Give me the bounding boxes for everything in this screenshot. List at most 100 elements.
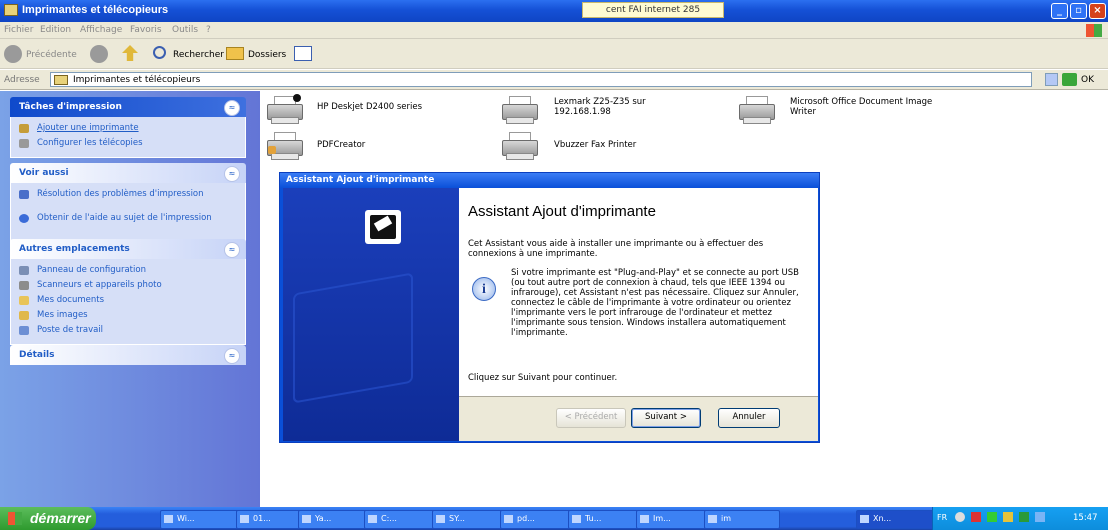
tray-app-icon[interactable]: [971, 512, 981, 522]
print-tasks-title: Tâches d'impression: [19, 102, 122, 112]
see-also-panel: Voir aussi ≈ Résolution des problèmes d'…: [10, 163, 246, 242]
go-button-label[interactable]: OK: [1081, 75, 1094, 85]
back-button-label[interactable]: Précédente: [26, 50, 77, 60]
menu-tools[interactable]: Outils: [172, 25, 198, 35]
printer-icon: [265, 130, 303, 160]
see-also-header[interactable]: Voir aussi ≈: [10, 163, 246, 183]
go-arrow-icon[interactable]: [1062, 73, 1077, 86]
cancel-button[interactable]: Annuler: [718, 408, 780, 428]
taskbar-task-active[interactable]: Xn...: [856, 510, 934, 529]
help-icon: [19, 190, 29, 199]
search-button-label[interactable]: Rechercher: [173, 50, 224, 60]
my-documents-link[interactable]: Mes documents: [11, 295, 245, 308]
other-places-panel: Autres emplacements ≈ Panneau de configu…: [10, 239, 246, 345]
menu-help[interactable]: ?: [206, 25, 211, 35]
collapse-icon[interactable]: ≈: [224, 100, 240, 116]
taskbar-task[interactable]: Ya...: [298, 510, 372, 529]
app-icon: [436, 515, 445, 523]
tray-app-icon[interactable]: [1035, 512, 1045, 522]
other-places-header[interactable]: Autres emplacements ≈: [10, 239, 246, 259]
printing-help-link[interactable]: Obtenir de l'aide au sujet de l'impressi…: [11, 213, 245, 235]
scanners-cameras-link[interactable]: Scanneurs et appareils photo: [11, 280, 245, 293]
maximize-button[interactable]: ▫: [1070, 3, 1087, 19]
computer-icon: [19, 326, 29, 335]
collapse-icon[interactable]: ≈: [224, 166, 240, 182]
add-printer-icon: [19, 124, 29, 133]
details-title: Détails: [19, 350, 55, 360]
details-header[interactable]: Détails ≈: [10, 345, 246, 365]
taskbar-task[interactable]: Im...: [636, 510, 712, 529]
fax-icon: [19, 139, 29, 148]
fax-printer-icon: [500, 130, 538, 160]
printers-folder-icon: [4, 4, 18, 16]
taskbar-task[interactable]: pd...: [500, 510, 576, 529]
printers-folder-icon: [54, 75, 68, 85]
wizard-intro: Cet Assistant vous aide à installer une …: [468, 239, 764, 259]
next-button[interactable]: Suivant >: [631, 408, 701, 428]
troubleshoot-printing-link[interactable]: Résolution des problèmes d'impression: [11, 189, 245, 211]
menu-bar: Fichier Edition Affichage Favoris Outils…: [0, 22, 1108, 39]
add-printer-link[interactable]: Ajouter une imprimante: [11, 123, 245, 136]
control-panel-link[interactable]: Panneau de configuration: [11, 265, 245, 278]
wizard-button-bar: < Précédent Suivant > Annuler: [459, 396, 818, 441]
chevron-down-icon[interactable]: [1045, 73, 1058, 86]
print-tasks-header[interactable]: Tâches d'impression ≈: [10, 97, 246, 117]
language-indicator[interactable]: FR: [937, 513, 947, 522]
app-icon: [302, 515, 311, 523]
taskbar-task[interactable]: im: [704, 510, 780, 529]
search-icon[interactable]: [153, 46, 166, 59]
tray-app-icon[interactable]: [987, 512, 997, 522]
start-label: démarrer: [30, 510, 91, 526]
menu-favorites[interactable]: Favoris: [130, 25, 162, 35]
configure-fax-link[interactable]: Configurer les télécopies: [11, 138, 245, 151]
scanner-icon: [19, 281, 29, 290]
clock: 15:47: [1073, 513, 1098, 523]
dialog-title[interactable]: Assistant Ajout d'imprimante: [280, 173, 819, 188]
app-icon: [860, 515, 869, 523]
close-button[interactable]: ×: [1089, 3, 1106, 19]
printer-icon: [265, 94, 303, 124]
menu-file[interactable]: Fichier: [4, 25, 33, 35]
wizard-continue-text: Cliquez sur Suivant pour continuer.: [468, 373, 618, 383]
default-printer-icon: [293, 94, 301, 102]
taskbar-task[interactable]: SY...: [432, 510, 508, 529]
folder-icon: [708, 515, 717, 523]
start-button[interactable]: démarrer: [0, 507, 96, 530]
address-value: Imprimantes et télécopieurs: [73, 75, 201, 85]
folder-icon: [504, 515, 513, 523]
printer-watermark: [293, 272, 413, 404]
folders-icon[interactable]: [226, 47, 244, 60]
printer-name: Lexmark Z25-Z35 sur 192.168.1.98: [554, 97, 646, 117]
volume-icon[interactable]: [955, 512, 965, 522]
menu-edit[interactable]: Edition: [40, 25, 71, 35]
tray-app-icon[interactable]: [1003, 512, 1013, 522]
connection-status: cent FAI internet 285: [582, 2, 724, 18]
collapse-icon[interactable]: ≈: [224, 242, 240, 258]
address-field[interactable]: Imprimantes et télécopieurs: [50, 72, 1032, 87]
network-icon[interactable]: [1019, 512, 1029, 522]
previous-button[interactable]: < Précédent: [556, 408, 626, 428]
address-bar: Adresse Imprimantes et télécopieurs OK: [0, 70, 1108, 90]
taskbar-task[interactable]: Tu...: [568, 510, 644, 529]
other-places-title: Autres emplacements: [19, 244, 130, 254]
views-icon[interactable]: [294, 46, 312, 61]
printer-name: PDFCreator: [317, 140, 366, 150]
back-arrow-icon[interactable]: [4, 45, 22, 63]
folders-button-label[interactable]: Dossiers: [248, 50, 286, 60]
taskbar-task[interactable]: Wi...: [160, 510, 242, 529]
app-icon: [640, 515, 649, 523]
my-pictures-link[interactable]: Mes images: [11, 310, 245, 323]
see-also-title: Voir aussi: [19, 168, 69, 178]
taskbar-task[interactable]: 01...: [236, 510, 306, 529]
windows-logo-icon: [1086, 24, 1102, 37]
window-title-bar[interactable]: Imprimantes et télécopieurs cent FAI int…: [0, 0, 1108, 22]
menu-view[interactable]: Affichage: [80, 25, 122, 35]
expand-icon[interactable]: ≈: [224, 348, 240, 364]
my-computer-link[interactable]: Poste de travail: [11, 325, 245, 338]
pictures-folder-icon: [19, 311, 29, 320]
forward-arrow-icon[interactable]: [90, 45, 108, 63]
app-icon: [368, 515, 377, 523]
taskbar-task[interactable]: C:...: [364, 510, 440, 529]
up-folder-icon[interactable]: [122, 45, 138, 61]
minimize-button[interactable]: _: [1051, 3, 1068, 19]
